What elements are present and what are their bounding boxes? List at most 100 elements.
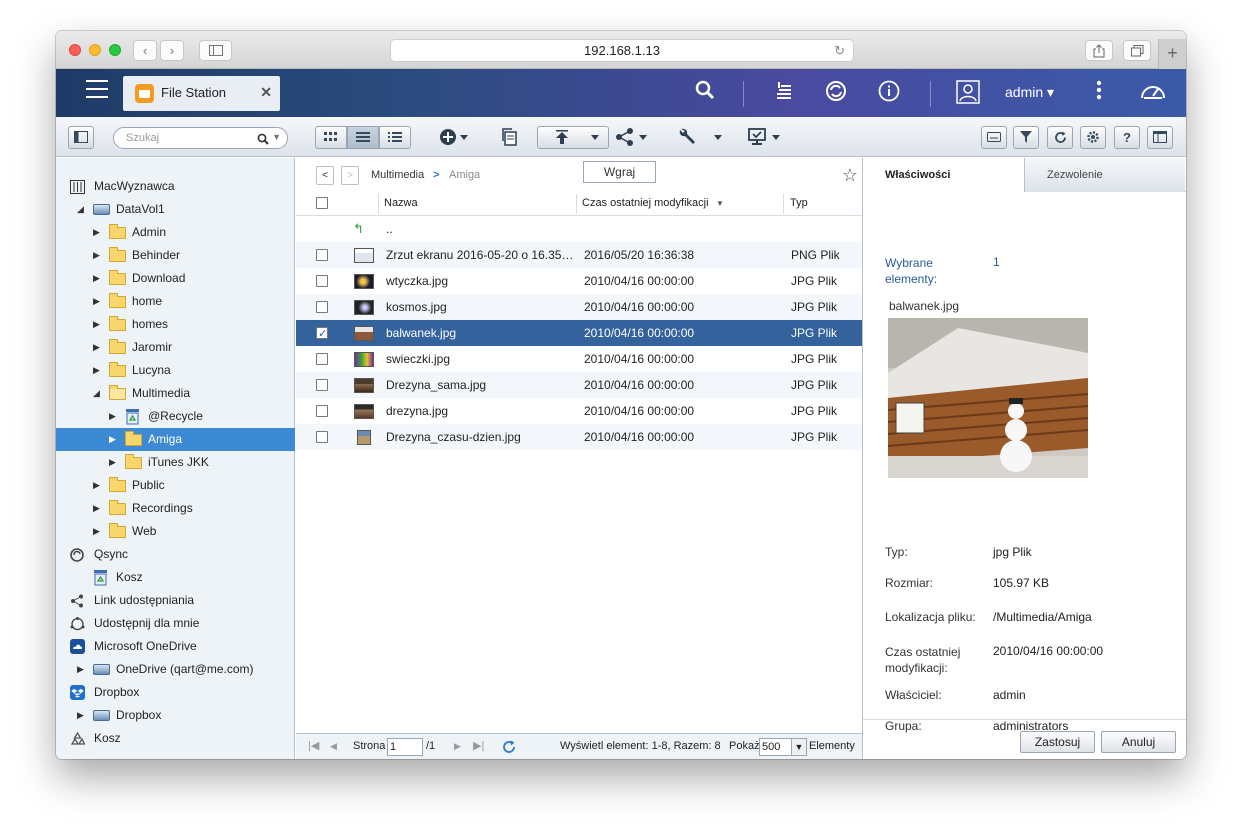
tree-item-folder[interactable]: ▶ iTunes JKK (56, 451, 295, 474)
row-checkbox[interactable] (316, 301, 328, 313)
more-options-icon[interactable] (1086, 80, 1112, 106)
row-checkbox[interactable] (316, 353, 328, 365)
main-menu-icon[interactable] (86, 80, 108, 102)
column-header-type[interactable]: Typ (790, 197, 808, 209)
refresh-button[interactable] (1047, 126, 1073, 149)
thumbnail-view-button[interactable] (315, 126, 347, 149)
row-checkbox[interactable] (316, 431, 328, 443)
new-tab-button[interactable]: + (1158, 39, 1186, 69)
tree-item-trash[interactable]: Kosz (56, 727, 295, 750)
copy-button[interactable] (500, 126, 518, 148)
expand-arrow-icon[interactable]: ▶ (93, 497, 100, 520)
table-row[interactable]: Drezyna_czasu-dzien.jpg 2010/04/16 00:00… (296, 424, 862, 450)
tree-item-folder[interactable]: ▶ Public (56, 474, 295, 497)
expand-arrow-icon[interactable]: ▶ (93, 474, 100, 497)
row-checkbox[interactable] (316, 275, 328, 287)
tree-item-folder[interactable]: ▶ Admin (56, 221, 295, 244)
user-menu[interactable]: admin ▾ (1005, 84, 1054, 101)
snapshot-button[interactable] (981, 126, 1007, 149)
table-row[interactable]: Drezyna_sama.jpg 2010/04/16 00:00:00 JPG… (296, 372, 862, 398)
tree-item-folder[interactable]: ▶ homes (56, 313, 295, 336)
back-button[interactable]: ‹ (133, 40, 157, 61)
info-icon[interactable] (876, 80, 902, 108)
expand-arrow-icon[interactable]: ▶ (93, 520, 100, 543)
expand-arrow-icon[interactable]: ▶ (93, 359, 100, 382)
search-options-dropdown-icon[interactable]: ▼ (272, 132, 281, 142)
forward-nav-button[interactable]: > (341, 166, 359, 185)
forward-button[interactable]: › (160, 40, 184, 61)
expand-arrow-icon[interactable]: ▶ (93, 221, 100, 244)
table-row[interactable]: drezyna.jpg 2010/04/16 00:00:00 JPG Plik (296, 398, 862, 424)
expand-arrow-icon[interactable]: ▶ (93, 244, 100, 267)
expand-arrow-icon[interactable]: ▶ (93, 267, 100, 290)
tree-item-folder[interactable]: ▶ Web (56, 520, 295, 543)
table-row[interactable]: swieczki.jpg 2010/04/16 00:00:00 JPG Pli… (296, 346, 862, 372)
tree-item-shared-with-me[interactable]: Udostępnij dla mnie (56, 612, 295, 635)
refresh-icon[interactable] (502, 734, 516, 759)
tree-item-onedrive[interactable]: Microsoft OneDrive (56, 635, 295, 658)
tab-properties[interactable]: Właściwości (863, 158, 1025, 192)
parent-folder-row[interactable]: ↰ .. (296, 216, 862, 242)
toggle-tree-button[interactable] (68, 126, 94, 149)
column-header-name[interactable]: Nazwa (384, 197, 418, 209)
sidebar-toggle-button[interactable] (199, 40, 232, 61)
next-page-icon[interactable]: ▶ (454, 734, 461, 759)
prev-page-icon[interactable]: ◀ (330, 734, 337, 759)
search-icon[interactable] (257, 130, 269, 148)
cancel-button[interactable]: Anuluj (1101, 731, 1176, 753)
settings-button[interactable] (1080, 126, 1106, 149)
create-button[interactable] (439, 126, 469, 148)
tree-item-datavol1[interactable]: ◢ DataVol1 (56, 198, 295, 221)
help-button[interactable]: ? (1114, 126, 1140, 149)
tree-item-onedrive-account[interactable]: ▶ OneDrive (qart@me.com) (56, 658, 295, 681)
expand-arrow-icon[interactable]: ▶ (93, 290, 100, 313)
close-window-button[interactable] (69, 44, 81, 56)
background-tasks-icon[interactable] (771, 80, 797, 108)
table-row[interactable]: wtyczka.jpg 2010/04/16 00:00:00 JPG Plik (296, 268, 862, 294)
table-row[interactable]: Zrzut ekranu 2016-05-20 o 16.35.… 2016/0… (296, 242, 862, 268)
search-input[interactable]: Szukaj (126, 132, 159, 144)
share-button[interactable] (1085, 40, 1113, 61)
page-size-select[interactable]: 500 ▼ (759, 738, 807, 756)
collapse-arrow-icon[interactable]: ◢ (77, 198, 84, 221)
tools-menu-button[interactable] (678, 126, 726, 148)
tab-permissions[interactable]: Zezwolenie (1025, 158, 1185, 192)
search-icon[interactable] (692, 80, 718, 106)
list-view-button[interactable] (347, 126, 379, 149)
dashboard-gauge-icon[interactable] (1140, 80, 1166, 108)
tree-item-folder[interactable]: ▶ Behinder (56, 244, 295, 267)
table-row-selected[interactable]: balwanek.jpg 2010/04/16 00:00:00 JPG Pli… (296, 320, 862, 347)
tree-item-folder[interactable]: ▶ Download (56, 267, 295, 290)
reload-icon[interactable]: ↻ (834, 40, 845, 61)
expand-arrow-icon[interactable]: ▶ (93, 336, 100, 359)
tree-item-multimedia[interactable]: ◢ Multimedia (56, 382, 295, 405)
row-checkbox[interactable] (316, 405, 328, 417)
first-page-icon[interactable]: |◀ (308, 734, 319, 759)
tree-item-qsync[interactable]: Qsync (56, 543, 295, 566)
tabs-overview-button[interactable] (1123, 40, 1151, 61)
page-number-input[interactable]: 1 (387, 738, 423, 756)
chevron-down-icon[interactable]: ▼ (791, 738, 807, 756)
address-bar[interactable]: 192.168.1.13 ↻ (390, 39, 854, 62)
expand-arrow-icon[interactable]: ▶ (109, 428, 116, 451)
row-checkbox[interactable] (316, 379, 328, 391)
file-station-tab[interactable]: File Station ✕ (123, 76, 280, 111)
toggle-details-panel-button[interactable] (1147, 126, 1173, 149)
expand-arrow-icon[interactable]: ▶ (93, 313, 100, 336)
tree-item-folder[interactable]: ▶ Jaromir (56, 336, 295, 359)
expand-arrow-icon[interactable]: ▶ (109, 451, 116, 474)
back-nav-button[interactable]: < (316, 166, 334, 185)
tree-item-folder[interactable]: ▶ Recordings (56, 497, 295, 520)
favorite-star-icon[interactable]: ☆ (842, 165, 858, 186)
tree-item-nas[interactable]: MacWyznawca (56, 175, 295, 198)
close-tab-icon[interactable]: ✕ (260, 84, 272, 101)
expand-arrow-icon[interactable]: ▶ (77, 704, 84, 727)
share-menu-button[interactable] (615, 126, 651, 148)
detail-view-button[interactable] (379, 126, 411, 149)
zoom-window-button[interactable] (109, 44, 121, 56)
apply-button[interactable]: Zastosuj (1020, 731, 1095, 753)
filter-button[interactable] (1013, 126, 1039, 149)
sync-icon[interactable] (823, 80, 849, 108)
last-page-icon[interactable]: ▶| (473, 734, 484, 759)
remote-mount-button[interactable] (748, 126, 784, 148)
